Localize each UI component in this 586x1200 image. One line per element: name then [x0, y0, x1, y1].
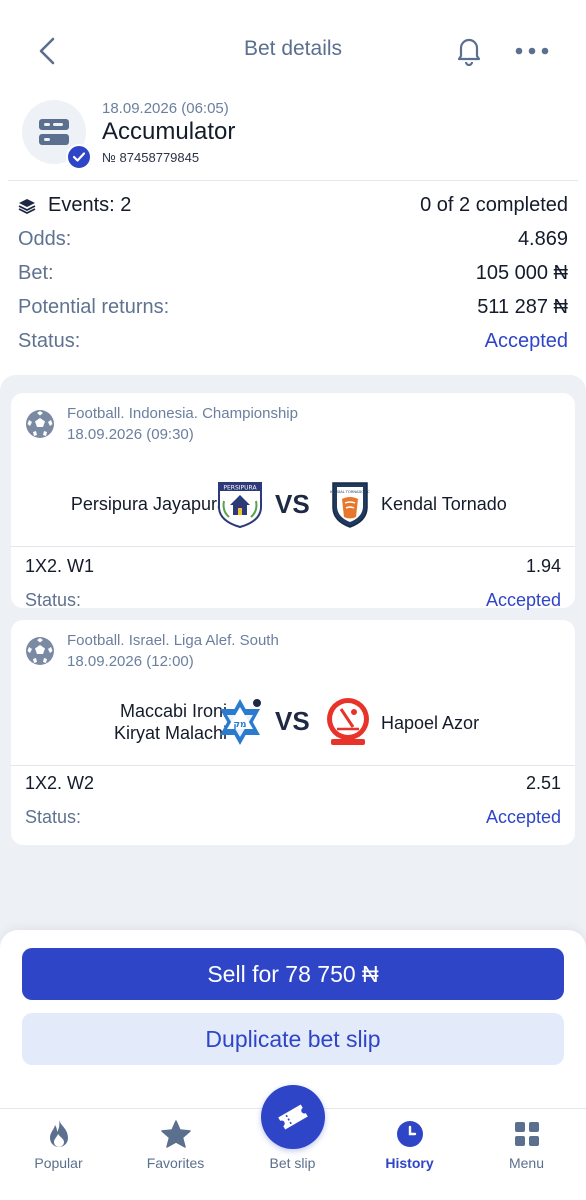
bet-number: № 87458779845: [102, 150, 200, 165]
notifications-button[interactable]: [450, 32, 488, 70]
more-horizontal-icon: [515, 47, 549, 55]
tab-menu[interactable]: Menu: [468, 1109, 585, 1200]
returns-label: Potential returns:: [18, 296, 170, 318]
event-status-value: Accepted: [485, 590, 561, 610]
flame-icon: [44, 1119, 74, 1149]
football-icon: [26, 410, 54, 438]
accepted-badge: [66, 144, 92, 170]
market-odd: 2.51: [525, 773, 561, 793]
maccabi-ironi-logo-icon: מק: [220, 699, 261, 745]
kendal-tornado-logo-icon: KENDAL TORNADO FC: [330, 482, 370, 528]
tab-history[interactable]: History: [351, 1109, 468, 1200]
ticket-icon: [278, 1104, 308, 1130]
market-odd: 1.94: [525, 556, 561, 576]
events-label: Events: 2: [48, 194, 132, 216]
tab-favorites[interactable]: Favorites: [117, 1109, 234, 1200]
layers-icon: [18, 199, 36, 214]
check-icon: [72, 152, 86, 162]
league-name: Football. Israel. Liga Alef. South: [67, 632, 279, 649]
away-team-name: Hapoel Azor: [381, 713, 480, 733]
summary-returns-row: Potential returns: 511 287 ₦: [18, 292, 568, 322]
home-team-name: Persipura Jayapura: [70, 494, 227, 514]
tab-popular[interactable]: Popular: [0, 1109, 117, 1200]
football-icon: [26, 637, 54, 665]
home-team-name: Maccabi Ironi Kiryat Malachi: [114, 700, 227, 744]
clock-icon: [395, 1119, 425, 1149]
market-name: 1X2. W2: [25, 773, 95, 793]
header: Bet details: [0, 0, 586, 100]
svg-text:מק: מק: [233, 720, 246, 730]
events-list: Football. Indonesia. Championship 18.09.…: [0, 375, 586, 975]
bet-slip-fab[interactable]: [261, 1085, 325, 1149]
status-label: Status:: [18, 330, 81, 352]
bet-label: Bet:: [18, 262, 54, 284]
odds-value: 4.869: [517, 228, 568, 250]
svg-text:KENDAL TORNADO FC: KENDAL TORNADO FC: [330, 490, 370, 494]
page-title: Bet details: [243, 37, 343, 60]
summary-status-row: Status: Accepted: [18, 326, 568, 356]
bet-value: 105 000 ₦: [475, 262, 568, 284]
accumulator-icon: [39, 119, 69, 145]
home-team-line1: Maccabi Ironi: [119, 701, 227, 721]
event-date: 18.09.2026 (12:00): [67, 653, 194, 670]
league-name: Football. Indonesia. Championship: [67, 405, 298, 422]
summary-events-row: Events: 2 0 of 2 completed: [18, 190, 568, 220]
event-status-label: Status:: [25, 590, 82, 610]
more-options-button[interactable]: [512, 32, 552, 70]
bet-info: 18.09.2026 (06:05) Accumulator № 8745877…: [0, 96, 586, 176]
bell-icon: [457, 38, 481, 66]
market-name: 1X2. W1: [25, 556, 95, 576]
event-status-value: Accepted: [485, 807, 561, 827]
svg-text:PERSIPURA: PERSIPURA: [223, 485, 257, 492]
vs-label: VS: [275, 489, 310, 519]
summary-bet-row: Bet: 105 000 ₦: [18, 258, 568, 288]
tab-label: Favorites: [146, 1155, 205, 1171]
tab-label: Menu: [508, 1155, 545, 1171]
events-value: 0 of 2 completed: [420, 194, 568, 216]
event-card[interactable]: Football. Indonesia. Championship 18.09.…: [11, 393, 575, 610]
action-sheet: Sell for 78 750 ₦ Duplicate bet slip: [0, 930, 586, 1110]
divider: [8, 180, 578, 181]
event-status-label: Status:: [25, 807, 82, 827]
sell-button[interactable]: Sell for 78 750 ₦: [22, 948, 564, 1000]
tab-label: Bet slip: [269, 1155, 316, 1171]
status-value: Accepted: [484, 330, 568, 352]
grid-icon: [512, 1119, 542, 1149]
star-icon: [160, 1119, 191, 1149]
tab-label: History: [385, 1155, 434, 1171]
event-date: 18.09.2026 (09:30): [67, 426, 194, 443]
card-divider: [11, 765, 575, 766]
persipura-logo-icon: PERSIPURA: [218, 482, 262, 529]
home-team-line2: Kiryat Malachi: [113, 723, 227, 743]
bet-date: 18.09.2026 (06:05): [102, 100, 229, 117]
card-divider: [11, 546, 575, 547]
event-card[interactable]: Football. Israel. Liga Alef. South 18.09…: [11, 620, 575, 845]
tab-label: Popular: [34, 1155, 83, 1171]
hapoel-azor-logo-icon: [327, 698, 369, 745]
vs-label: VS: [275, 706, 310, 736]
odds-label: Odds:: [18, 228, 72, 250]
duplicate-bet-slip-button[interactable]: Duplicate bet slip: [22, 1013, 564, 1065]
bet-type: Accumulator: [102, 118, 236, 145]
summary-odds-row: Odds: 4.869: [18, 224, 568, 254]
returns-value: 511 287 ₦: [477, 296, 568, 318]
away-team-name: Kendal Tornado: [381, 494, 507, 514]
